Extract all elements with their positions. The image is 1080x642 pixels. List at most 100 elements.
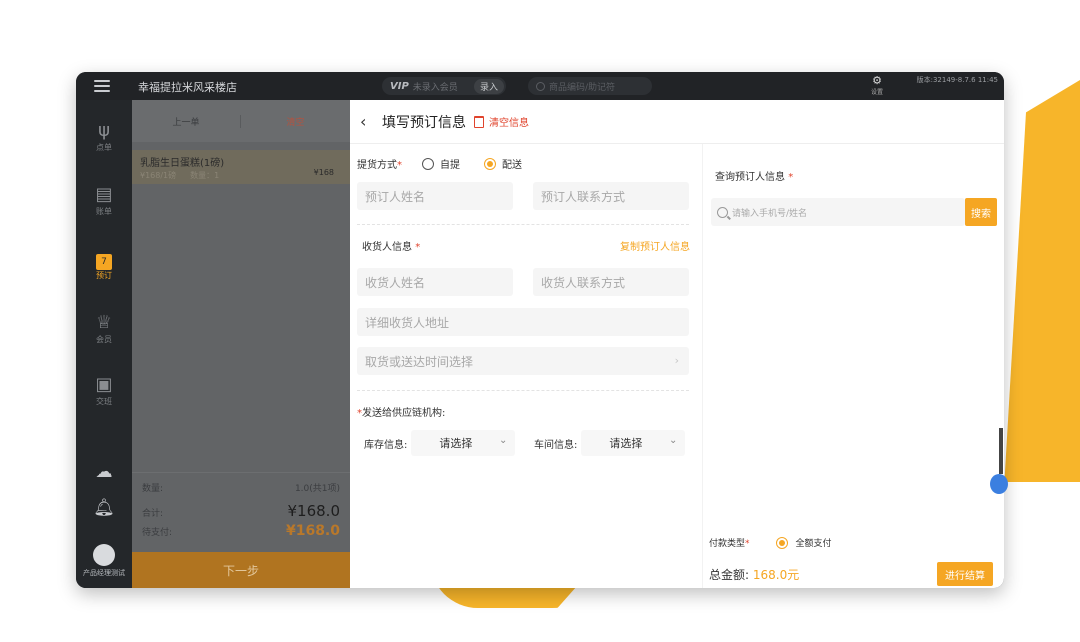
stock-select-value: 请选择 <box>439 437 473 450</box>
payment-type-row: 付款类型* 全额支付 <box>709 536 832 549</box>
store-name: 幸福提拉米风采楼店 <box>138 81 237 94</box>
calendar-icon: 7 <box>76 248 132 270</box>
nav-label: 账单 <box>96 207 112 216</box>
total-label: 合计: <box>142 509 164 519</box>
full-payment-radio[interactable] <box>775 536 788 549</box>
search-icon <box>536 81 545 91</box>
query-booker-label: 查询预订人信息 * <box>715 172 794 183</box>
cart-item[interactable]: 乳脂生日蛋糕(1磅) ¥168/1磅 数量：1 ¥168 <box>132 150 350 184</box>
time-select-field[interactable]: 取货或送达时间选择 › <box>357 347 689 375</box>
address-field[interactable]: 详细收货人地址 <box>357 308 689 336</box>
form-header: ‹ 填写预订信息 清空信息 <box>350 100 1004 144</box>
workshop-select-value: 请选择 <box>609 437 643 450</box>
booker-search-placeholder: 请输入手机号/姓名 <box>732 208 808 219</box>
nav-item-reservation[interactable]: 7 预订 <box>76 248 132 281</box>
product-search-placeholder: 商品编码/助记符 <box>549 82 616 93</box>
workshop-select[interactable]: 请选择 ⌄ <box>581 430 686 456</box>
trash-icon[interactable] <box>474 115 484 128</box>
delivery-radio[interactable] <box>484 157 496 170</box>
stock-select-row: 库存信息: 请选择 ⌄ <box>364 430 516 456</box>
cart-header: 上一单 清空 <box>132 100 350 142</box>
reservation-form: ‹ 填写预订信息 清空信息 提货方式* 自提 配送 预订人姓名 预订人联系方式 … <box>350 100 1004 588</box>
stock-select[interactable]: 请选择 ⌄ <box>411 430 516 456</box>
clear-cart-button[interactable]: 清空 <box>241 115 350 128</box>
receiver-info-label: 收货人信息 * <box>362 242 421 253</box>
crown-icon: ♕ <box>95 312 113 333</box>
nav-item-order[interactable]: ψ 点单 <box>76 120 132 153</box>
total-amount-label: 总金额: <box>709 568 750 582</box>
booker-name-field[interactable]: 预订人姓名 <box>357 182 513 210</box>
version-text: 版本:32149-8.7.6 11:45 <box>916 76 998 84</box>
cart-item-price: ¥168 <box>313 168 334 177</box>
receiver-contact-field[interactable]: 收货人联系方式 <box>533 268 689 296</box>
self-pickup-radio[interactable] <box>422 157 434 170</box>
booker-contact-field[interactable]: 预订人联系方式 <box>533 182 689 210</box>
gear-icon: ⚙ <box>872 74 882 87</box>
enter-member-button[interactable]: 录入 <box>473 78 504 94</box>
pos-window: 幸福提拉米风采楼店 VIP 未录入会员 录入 商品编码/助记符 ⚙ 设置 版本:… <box>76 72 1004 588</box>
due-label: 待支付: <box>142 528 173 538</box>
previous-order-button[interactable]: 上一单 <box>132 114 241 128</box>
side-scroll-bar[interactable] <box>999 428 1003 474</box>
chevron-down-icon: ⌄ <box>668 435 678 446</box>
workshop-label: 车间信息: <box>534 439 578 451</box>
time-select-placeholder: 取货或送达时间选择 <box>365 354 474 369</box>
due-value: ¥168.0 <box>285 523 340 539</box>
settings-button[interactable]: ⚙ 设置 <box>866 74 888 97</box>
copy-booker-info-link[interactable]: 复制预订人信息 <box>620 238 690 253</box>
cart-summary: 数量: 1.0(共1项) 合计: ¥168.0 待支付: ¥168.0 <box>132 472 350 544</box>
form-right-column: 查询预订人信息 * 请输入手机号/姓名 搜索 付款类型* 全额支付 总金额: 1… <box>702 144 1004 588</box>
nav-item-shift[interactable]: ▣ 交班 <box>76 374 132 407</box>
receiver-name-field[interactable]: 收货人姓名 <box>357 268 513 296</box>
stock-label: 库存信息: <box>364 439 408 451</box>
booker-search-input[interactable]: 请输入手机号/姓名 <box>711 198 965 226</box>
nav-item-member[interactable]: ♕ 会员 <box>76 312 132 345</box>
nav-label: 预订 <box>96 271 112 280</box>
member-placeholder: 未录入会员 <box>412 82 458 93</box>
cart-item-name: 乳脂生日蛋糕(1磅) <box>140 158 225 169</box>
floating-assist-button[interactable] <box>990 474 1008 494</box>
qty-value: 1.0(共1项) <box>294 484 340 494</box>
total-value: ¥168.0 <box>287 502 341 520</box>
nav-label: 交班 <box>96 397 112 406</box>
bell-icon[interactable]: 🔔︎ <box>76 498 132 518</box>
payment-type-label: 付款类型* <box>709 539 750 549</box>
calendar-badge: 7 <box>96 254 112 270</box>
back-arrow-icon[interactable]: ‹ <box>360 113 374 129</box>
top-bar: 幸福提拉米风采楼店 VIP 未录入会员 录入 商品编码/助记符 ⚙ 设置 版本:… <box>76 72 1004 100</box>
due-row: 待支付: ¥168.0 <box>142 523 340 544</box>
next-step-button[interactable]: 下一步 <box>132 552 350 588</box>
nav-label: 会员 <box>96 335 112 344</box>
self-pickup-label: 自提 <box>440 160 460 171</box>
cart-panel: 上一单 清空 乳脂生日蛋糕(1磅) ¥168/1磅 数量：1 ¥168 数量: … <box>132 100 350 588</box>
clipboard-icon: ▤ <box>95 184 113 205</box>
supply-chain-label: *发送给供应链机构: <box>357 408 446 419</box>
clear-info-button[interactable]: 清空信息 <box>489 114 529 129</box>
checkout-button[interactable]: 进行结算 <box>937 562 993 586</box>
vip-icon: VIP <box>390 80 409 92</box>
pickup-method-row: 提货方式* 自提 配送 <box>357 156 540 171</box>
total-amount-value: 168.0元 <box>752 568 800 582</box>
user-name: 产品经理测试 <box>83 569 125 577</box>
divider <box>357 390 689 391</box>
nav-item-bills[interactable]: ▤ 账单 <box>76 184 132 217</box>
avatar[interactable] <box>93 544 115 566</box>
page-title: 填写预订信息 <box>382 114 466 131</box>
member-input[interactable]: VIP 未录入会员 录入 <box>382 77 506 95</box>
delivery-label: 配送 <box>502 160 522 171</box>
cart-item-meta: ¥168/1磅 数量：1 <box>140 170 342 181</box>
cart-item-qty: 数量：1 <box>190 171 220 180</box>
qty-row: 数量: 1.0(共1项) <box>142 481 340 502</box>
qty-label: 数量: <box>142 484 164 494</box>
cloud-icon[interactable]: ☁ <box>76 462 132 482</box>
full-payment-label: 全额支付 <box>795 539 832 549</box>
menu-icon[interactable] <box>94 80 110 92</box>
search-icon <box>717 206 728 218</box>
left-nav: ψ 点单 ▤ 账单 7 预订 ♕ 会员 ▣ 交班 ☁ 🔔︎ 产品经理测试 <box>76 100 132 588</box>
utensils-icon: ψ <box>98 120 110 141</box>
chevron-down-icon: ⌄ <box>498 435 508 446</box>
product-search-input[interactable]: 商品编码/助记符 <box>528 77 652 95</box>
total-amount: 总金额: 168.0元 <box>709 566 799 583</box>
chevron-right-icon: › <box>674 354 679 367</box>
search-button[interactable]: 搜索 <box>965 198 997 226</box>
